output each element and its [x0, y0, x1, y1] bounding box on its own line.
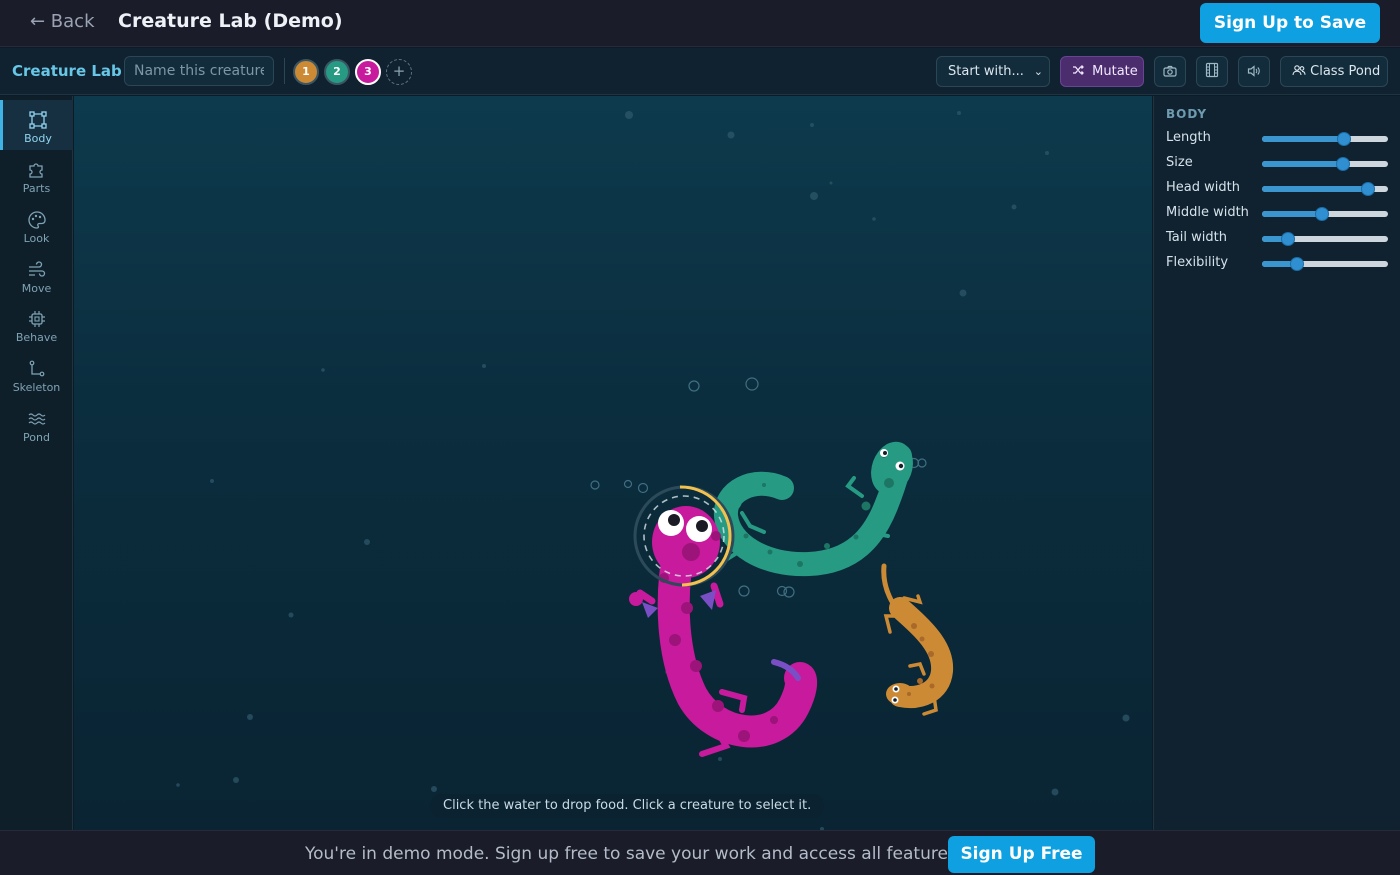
param-label: Middle width — [1166, 205, 1249, 220]
class-pond-button[interactable]: Class Pond — [1280, 56, 1388, 87]
sidebar-item-label: Look — [23, 232, 50, 245]
creature-orange[interactable] — [881, 563, 954, 716]
chip-icon — [28, 311, 45, 327]
panel-title: BODY — [1166, 107, 1208, 121]
back-link[interactable]: ← Back — [30, 11, 95, 32]
slider-fill — [1262, 161, 1343, 167]
param-flexibility: Flexibility — [1166, 254, 1396, 274]
sidebar-item-label: Move — [21, 282, 52, 295]
param-middle-width: Middle width — [1166, 204, 1396, 224]
sound-button[interactable] — [1238, 56, 1270, 87]
people-icon — [1292, 65, 1306, 76]
pond-canvas[interactable]: Click the water to drop food. Click a cr… — [74, 96, 1152, 830]
creature-slot-3[interactable]: 3 — [355, 59, 381, 85]
creature-magenta[interactable] — [629, 506, 818, 757]
sidebar-item-label: Parts — [22, 182, 51, 195]
creature-slot-2[interactable]: 2 — [324, 59, 350, 85]
demo-mode-text: You're in demo mode. Sign up free to sav… — [305, 844, 963, 864]
lab-toolbar: Creature Lab 1 2 3 + Start with... ⌄ Mut… — [0, 48, 1400, 95]
film-icon — [1205, 62, 1219, 78]
waves-icon — [28, 413, 45, 425]
sidebar-item-skeleton[interactable]: Skeleton — [0, 349, 73, 399]
size-slider-track[interactable] — [1262, 161, 1388, 167]
head-width-slider-thumb[interactable] — [1360, 182, 1375, 196]
pond-hint: Click the water to drop food. Click a cr… — [430, 794, 825, 818]
add-creature-slot-button[interactable]: + — [386, 59, 412, 85]
record-button[interactable] — [1196, 56, 1228, 87]
water-particles — [176, 111, 1130, 830]
mutate-label: Mutate — [1092, 64, 1138, 79]
pond-scene — [176, 111, 1130, 830]
creature-slot-1[interactable]: 1 — [293, 59, 319, 85]
body-settings-panel: BODY Length Size Head width Middle width… — [1153, 96, 1400, 830]
sidebar-item-pond[interactable]: Pond — [0, 399, 73, 449]
toolbar-divider — [284, 58, 285, 84]
tail-width-slider-thumb[interactable] — [1281, 232, 1296, 246]
flexibility-slider-track[interactable] — [1262, 261, 1388, 267]
sound-icon — [1247, 65, 1260, 77]
slider-fill — [1262, 211, 1323, 217]
chevron-down-icon: ⌄ — [1033, 65, 1043, 78]
creature-name-input[interactable] — [124, 56, 274, 86]
length-slider-track[interactable] — [1262, 136, 1388, 142]
sidebar-item-label: Pond — [23, 431, 50, 444]
flexibility-slider-thumb[interactable] — [1290, 257, 1305, 271]
param-label: Flexibility — [1166, 255, 1229, 270]
param-head-width: Head width — [1166, 179, 1396, 199]
slider-fill — [1262, 136, 1344, 142]
slider-fill — [1262, 186, 1368, 192]
mutate-button[interactable]: Mutate — [1060, 56, 1144, 87]
param-label: Length — [1166, 130, 1211, 145]
sidebar-item-label: Behave — [15, 331, 58, 344]
start-with-label: Start with... — [948, 64, 1024, 79]
sidebar-item-parts[interactable]: Parts — [0, 150, 73, 200]
middle-width-slider-thumb[interactable] — [1315, 207, 1330, 221]
sidebar-item-body[interactable]: Body — [0, 100, 73, 150]
length-slider-thumb[interactable] — [1336, 132, 1351, 146]
class-pond-label: Class Pond — [1310, 64, 1381, 79]
param-tail-width: Tail width — [1166, 229, 1396, 249]
param-length: Length — [1166, 129, 1396, 149]
page-title: Creature Lab (Demo) — [118, 10, 343, 32]
sidebar-item-move[interactable]: Move — [0, 250, 73, 300]
param-label: Head width — [1166, 180, 1240, 195]
body-frame-icon — [29, 111, 47, 129]
shuffle-icon — [1073, 65, 1084, 75]
param-size: Size — [1166, 154, 1396, 174]
size-slider-thumb[interactable] — [1335, 157, 1350, 171]
lab-brand: Creature Lab — [12, 62, 122, 80]
sidebar-item-label: Body — [24, 132, 52, 145]
sidebar-item-label: Skeleton — [12, 381, 61, 394]
demo-mode-banner: You're in demo mode. Sign up free to sav… — [0, 830, 1400, 875]
creature-teal[interactable] — [714, 436, 920, 577]
top-header: ← Back Creature Lab (Demo) Sign Up to Sa… — [0, 0, 1400, 47]
skeleton-icon — [29, 360, 44, 377]
wind-icon — [28, 261, 45, 277]
sign-up-to-save-button[interactable]: Sign Up to Save — [1200, 3, 1380, 43]
puzzle-icon — [28, 163, 43, 178]
param-label: Tail width — [1166, 230, 1227, 245]
camera-icon — [1163, 65, 1177, 77]
start-with-select[interactable]: Start with... ⌄ — [936, 56, 1050, 87]
tool-sidebar: Body Parts Look Move Behave Skeleton Pon… — [0, 96, 73, 830]
sign-up-free-button[interactable]: Sign Up Free — [948, 836, 1095, 873]
palette-icon — [27, 211, 46, 229]
sidebar-item-behave[interactable]: Behave — [0, 299, 73, 349]
screenshot-button[interactable] — [1154, 56, 1186, 87]
sidebar-item-look[interactable]: Look — [0, 200, 73, 250]
param-label: Size — [1166, 155, 1193, 170]
